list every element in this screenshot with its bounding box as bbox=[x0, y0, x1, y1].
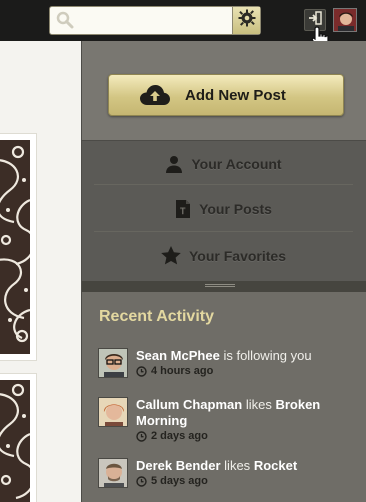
activity-actor[interactable]: Derek Bender bbox=[136, 458, 221, 473]
activity-actor[interactable]: Sean McPhee bbox=[136, 348, 220, 363]
menu-item-your-favorites[interactable]: Your Favorites bbox=[94, 233, 353, 278]
avatar[interactable] bbox=[98, 397, 128, 427]
activity-time: 5 days ago bbox=[151, 475, 208, 487]
avatar[interactable] bbox=[98, 458, 128, 488]
clock-icon bbox=[136, 430, 147, 442]
top-bar bbox=[0, 0, 366, 50]
grip-icon bbox=[205, 284, 235, 287]
activity-body: Sean McPhee is following you 4 hours ago bbox=[136, 348, 358, 377]
activity-text: Callum Chapman likes Broken Morning bbox=[136, 397, 358, 429]
search-settings-button[interactable] bbox=[232, 7, 260, 34]
activity-text: Sean McPhee is following you bbox=[136, 348, 358, 364]
person-icon bbox=[165, 155, 183, 173]
search-input[interactable] bbox=[78, 9, 228, 31]
user-menu-panel: Add New Post Your Account T Your Posts Y… bbox=[81, 41, 366, 502]
activity-timestamp: 4 hours ago bbox=[136, 365, 358, 377]
menu-item-your-posts[interactable]: T Your Posts bbox=[94, 186, 353, 231]
activity-body: Callum Chapman likes Broken Morning 2 da… bbox=[136, 397, 358, 442]
gear-icon bbox=[238, 9, 256, 32]
post-card[interactable] bbox=[0, 133, 37, 361]
clock-icon bbox=[136, 475, 147, 487]
post-thumbnail bbox=[0, 140, 30, 354]
activity-time: 2 days ago bbox=[151, 430, 208, 442]
activity-text: Derek Bender likes Rocket bbox=[136, 458, 358, 474]
svg-text:T: T bbox=[180, 206, 186, 216]
cloud-upload-icon bbox=[139, 84, 171, 106]
post-thumbnail bbox=[0, 380, 30, 502]
activity-object[interactable]: Rocket bbox=[254, 458, 297, 473]
page-content bbox=[0, 41, 81, 502]
user-avatar[interactable] bbox=[333, 8, 357, 32]
add-new-post-button[interactable]: Add New Post bbox=[108, 74, 344, 116]
menu-divider bbox=[94, 231, 353, 232]
activity-verb: is following you bbox=[223, 348, 312, 363]
star-icon bbox=[161, 246, 181, 265]
menu-divider bbox=[94, 184, 353, 185]
menu-item-label: Your Posts bbox=[199, 200, 272, 217]
activity-actor[interactable]: Callum Chapman bbox=[136, 397, 242, 412]
resize-handle[interactable] bbox=[82, 281, 366, 292]
activity-verb: likes bbox=[245, 397, 272, 412]
add-new-post-label: Add New Post bbox=[185, 86, 286, 104]
recent-activity-heading: Recent Activity bbox=[99, 308, 214, 325]
menu-item-label: Your Favorites bbox=[189, 247, 286, 264]
avatar[interactable] bbox=[98, 348, 128, 378]
document-icon: T bbox=[175, 199, 191, 219]
activity-timestamp: 2 days ago bbox=[136, 430, 358, 442]
menu-item-your-account[interactable]: Your Account bbox=[94, 141, 353, 186]
activity-timestamp: 5 days ago bbox=[136, 475, 358, 487]
search-icon bbox=[56, 11, 74, 29]
account-menu: Your Account T Your Posts Your Favorites bbox=[82, 140, 366, 281]
activity-body: Derek Bender likes Rocket 5 days ago bbox=[136, 458, 358, 487]
recent-activity-section: Recent Activity Sean McPhee is following… bbox=[82, 292, 366, 502]
activity-verb: likes bbox=[224, 458, 251, 473]
post-card[interactable] bbox=[0, 373, 37, 502]
search-box bbox=[49, 6, 261, 35]
menu-item-label: Your Account bbox=[191, 155, 282, 172]
add-post-section: Add New Post bbox=[82, 41, 366, 140]
clock-icon bbox=[136, 365, 147, 377]
activity-time: 4 hours ago bbox=[151, 365, 214, 377]
